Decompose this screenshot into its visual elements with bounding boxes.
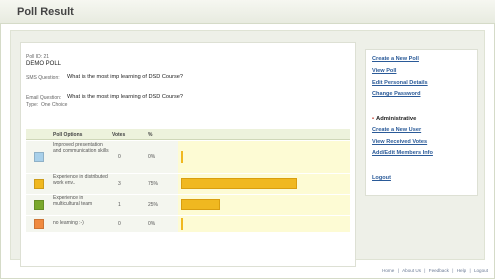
header-percent: %: [148, 132, 153, 138]
color-swatch: [34, 152, 44, 162]
create-poll-link[interactable]: Create a New Poll: [372, 56, 419, 62]
poll-name: DEMO POLL: [26, 61, 62, 67]
result-bar: [181, 178, 297, 189]
table-row: no learning :-) 0 0%: [26, 216, 350, 232]
option-label: Improved presentation and communication …: [53, 142, 109, 154]
sms-question-label: SMS Question:: [26, 75, 60, 81]
vote-percent: 0%: [148, 221, 156, 227]
email-question-text: What is the most imp learning of DSD Cou…: [67, 94, 183, 100]
vote-percent: 75%: [148, 181, 159, 187]
admin-heading: • Administrative: [372, 116, 416, 122]
footer-help-link[interactable]: Help: [457, 268, 466, 273]
footer-home-link[interactable]: Home: [382, 268, 394, 273]
sms-question-text: What is the most imp learning of DSD Cou…: [67, 74, 183, 80]
email-question-label: Email Question:: [26, 95, 62, 101]
change-password-link[interactable]: Change Password: [372, 91, 421, 97]
admin-heading-label: Administrative: [376, 116, 417, 122]
vote-percent: 0%: [148, 154, 156, 160]
footer-feedback-link[interactable]: Feedback: [429, 268, 449, 273]
option-label: Experience in multicultural team: [53, 195, 93, 207]
header-poll-options: Poll Options: [53, 132, 83, 138]
type-value: One Choice: [41, 102, 68, 108]
option-label: Experience in distributed work env..: [53, 174, 108, 186]
table-row: Experience in multicultural team 1 25%: [26, 195, 350, 215]
page-title: Poll Result: [17, 6, 74, 18]
color-swatch: [34, 200, 44, 210]
vote-count: 1: [118, 202, 121, 208]
result-bar: [181, 218, 183, 230]
option-label: no learning :-): [53, 220, 84, 226]
create-user-link[interactable]: Create a New User: [372, 127, 421, 133]
results-table: Poll Options Votes % Improved presentati…: [26, 129, 350, 242]
page-header: Poll Result: [0, 0, 495, 24]
color-swatch: [34, 179, 44, 189]
edit-personal-details-link[interactable]: Edit Personal Details: [372, 80, 428, 86]
color-swatch: [34, 219, 44, 229]
vote-percent: 25%: [148, 202, 159, 208]
view-poll-link[interactable]: View Poll: [372, 68, 396, 74]
header-votes: Votes: [112, 132, 126, 138]
table-header: Poll Options Votes %: [26, 129, 350, 140]
vote-count: 0: [118, 221, 121, 227]
bullet-icon: •: [372, 116, 375, 122]
footer-links: Home | About Us | Feedback | Help | Logo…: [382, 268, 488, 273]
logout-link[interactable]: Logout: [372, 175, 391, 181]
vote-count: 3: [118, 181, 121, 187]
footer-about-link[interactable]: About Us: [402, 268, 421, 273]
result-bar: [181, 199, 220, 210]
add-edit-members-link[interactable]: Add/Edit Members Info: [372, 150, 433, 156]
view-received-votes-link[interactable]: View Received Votes: [372, 139, 427, 145]
type-label: Type:: [26, 102, 39, 108]
footer-logout-link[interactable]: Logout: [474, 268, 488, 273]
table-row: Experience in distributed work env.. 3 7…: [26, 174, 350, 194]
vote-count: 0: [118, 154, 121, 160]
table-row: Improved presentation and communication …: [26, 141, 350, 173]
result-bar: [181, 151, 183, 163]
poll-id: Poll ID: 21: [26, 54, 50, 60]
